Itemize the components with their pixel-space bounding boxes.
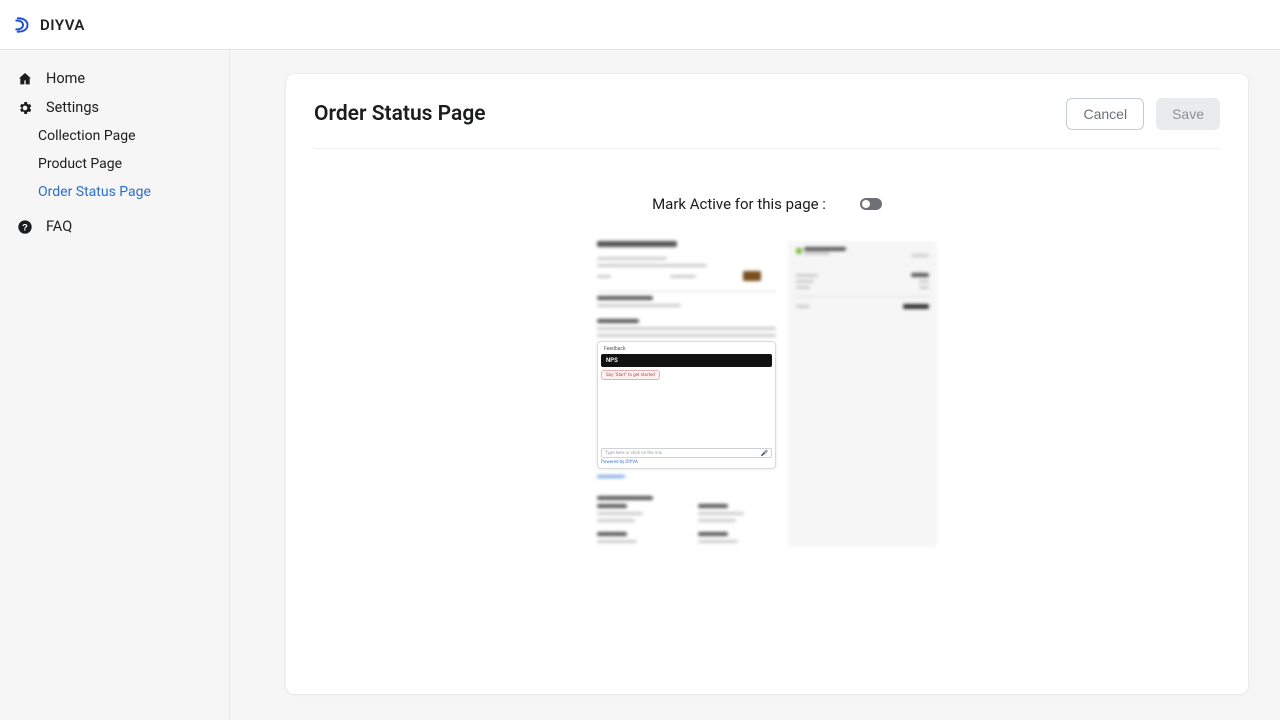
active-toggle-label: Mark Active for this page : (652, 195, 826, 213)
brand-logo-icon (14, 16, 32, 34)
preview-feedback-label: Feedback (601, 345, 772, 354)
main-area: Order Status Page Cancel Save Mark Activ… (230, 50, 1280, 720)
mic-icon: 🎤 (761, 450, 768, 457)
svg-text:?: ? (22, 222, 28, 232)
preview-nps-header: NPS (601, 354, 772, 367)
card-header: Order Status Page Cancel Save (314, 98, 1220, 149)
active-toggle[interactable] (860, 198, 882, 210)
nav-sub-product[interactable]: Product Page (0, 150, 229, 178)
active-toggle-row: Mark Active for this page : (314, 195, 1220, 213)
brand-text: DIYVA (40, 16, 85, 34)
app-header: DIYVA (0, 0, 1280, 50)
question-circle-icon: ? (16, 219, 34, 235)
nav-settings-label: Settings (46, 99, 99, 116)
nav-sub-order-status[interactable]: Order Status Page (0, 178, 229, 206)
preview-chat-input: Type here or click on the mic 🎤 (601, 448, 772, 458)
nav-sub-collection[interactable]: Collection Page (0, 122, 229, 150)
nav-settings[interactable]: Settings (0, 93, 229, 122)
card-body: Mark Active for this page : (314, 149, 1220, 547)
nav-faq[interactable]: ? FAQ (0, 212, 229, 241)
nav-faq-label: FAQ (46, 218, 72, 235)
sidebar: Home Settings Collection Page Product Pa… (0, 50, 230, 720)
preview-powered-by: Powered by DIYVA (601, 460, 772, 465)
action-buttons: Cancel Save (1066, 98, 1220, 130)
page-preview: Feedback NPS Say "Start" to get started … (597, 241, 937, 547)
nav-home[interactable]: Home (0, 64, 229, 93)
page-title: Order Status Page (314, 102, 486, 126)
cancel-button[interactable]: Cancel (1066, 98, 1144, 130)
preview-start-chip: Say "Start" to get started (601, 370, 660, 380)
nav-home-label: Home (46, 70, 85, 87)
gear-icon (16, 100, 34, 116)
brand: DIYVA (14, 16, 95, 34)
home-icon (16, 71, 34, 87)
settings-card: Order Status Page Cancel Save Mark Activ… (286, 74, 1248, 694)
save-button[interactable]: Save (1156, 98, 1220, 130)
preview-feedback-widget: Feedback NPS Say "Start" to get started … (597, 341, 776, 469)
